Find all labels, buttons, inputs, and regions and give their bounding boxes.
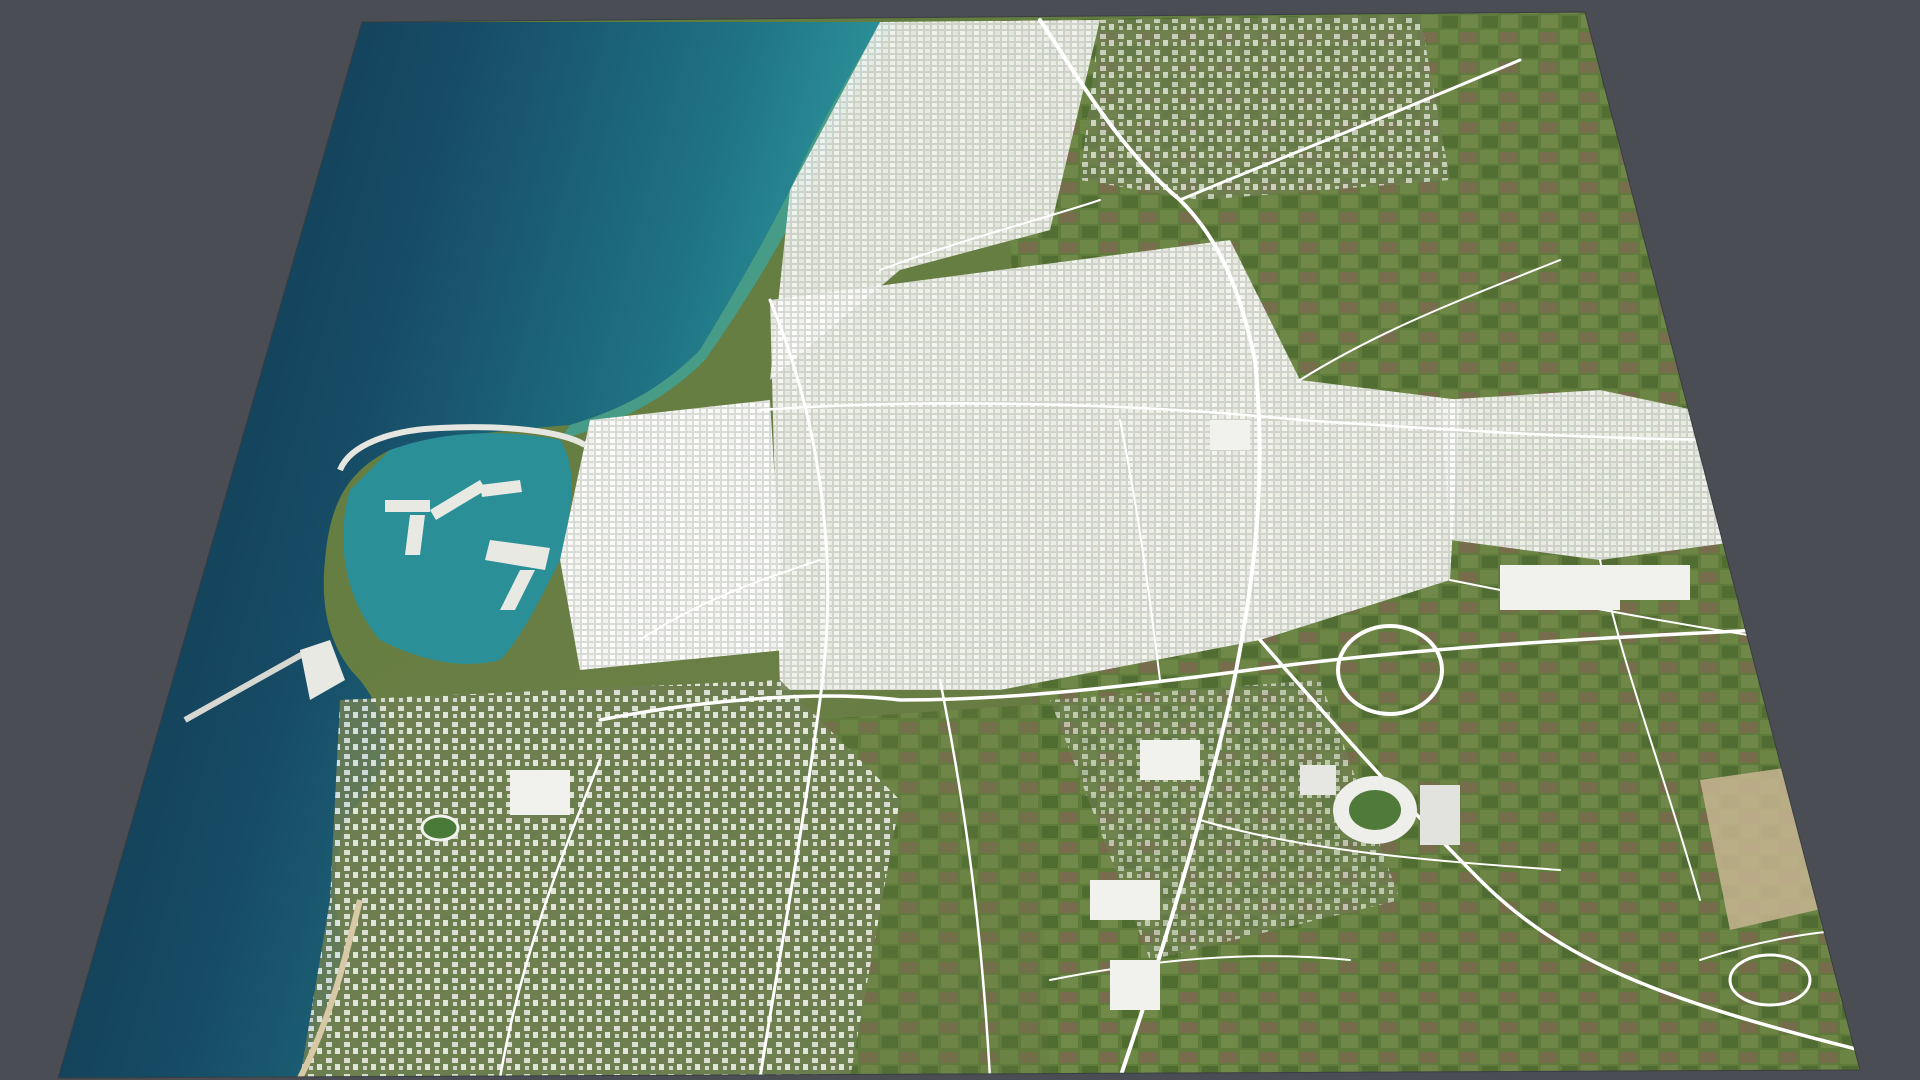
map-viewport[interactable] bbox=[0, 0, 1920, 1080]
urban-east-town bbox=[1440, 390, 1750, 560]
urban-old-town bbox=[560, 400, 785, 670]
sports-track bbox=[420, 814, 460, 842]
suburbs-north bbox=[1080, 15, 1450, 200]
city-terrain-map[interactable] bbox=[0, 0, 1920, 1080]
suburbs-south bbox=[300, 680, 900, 1078]
